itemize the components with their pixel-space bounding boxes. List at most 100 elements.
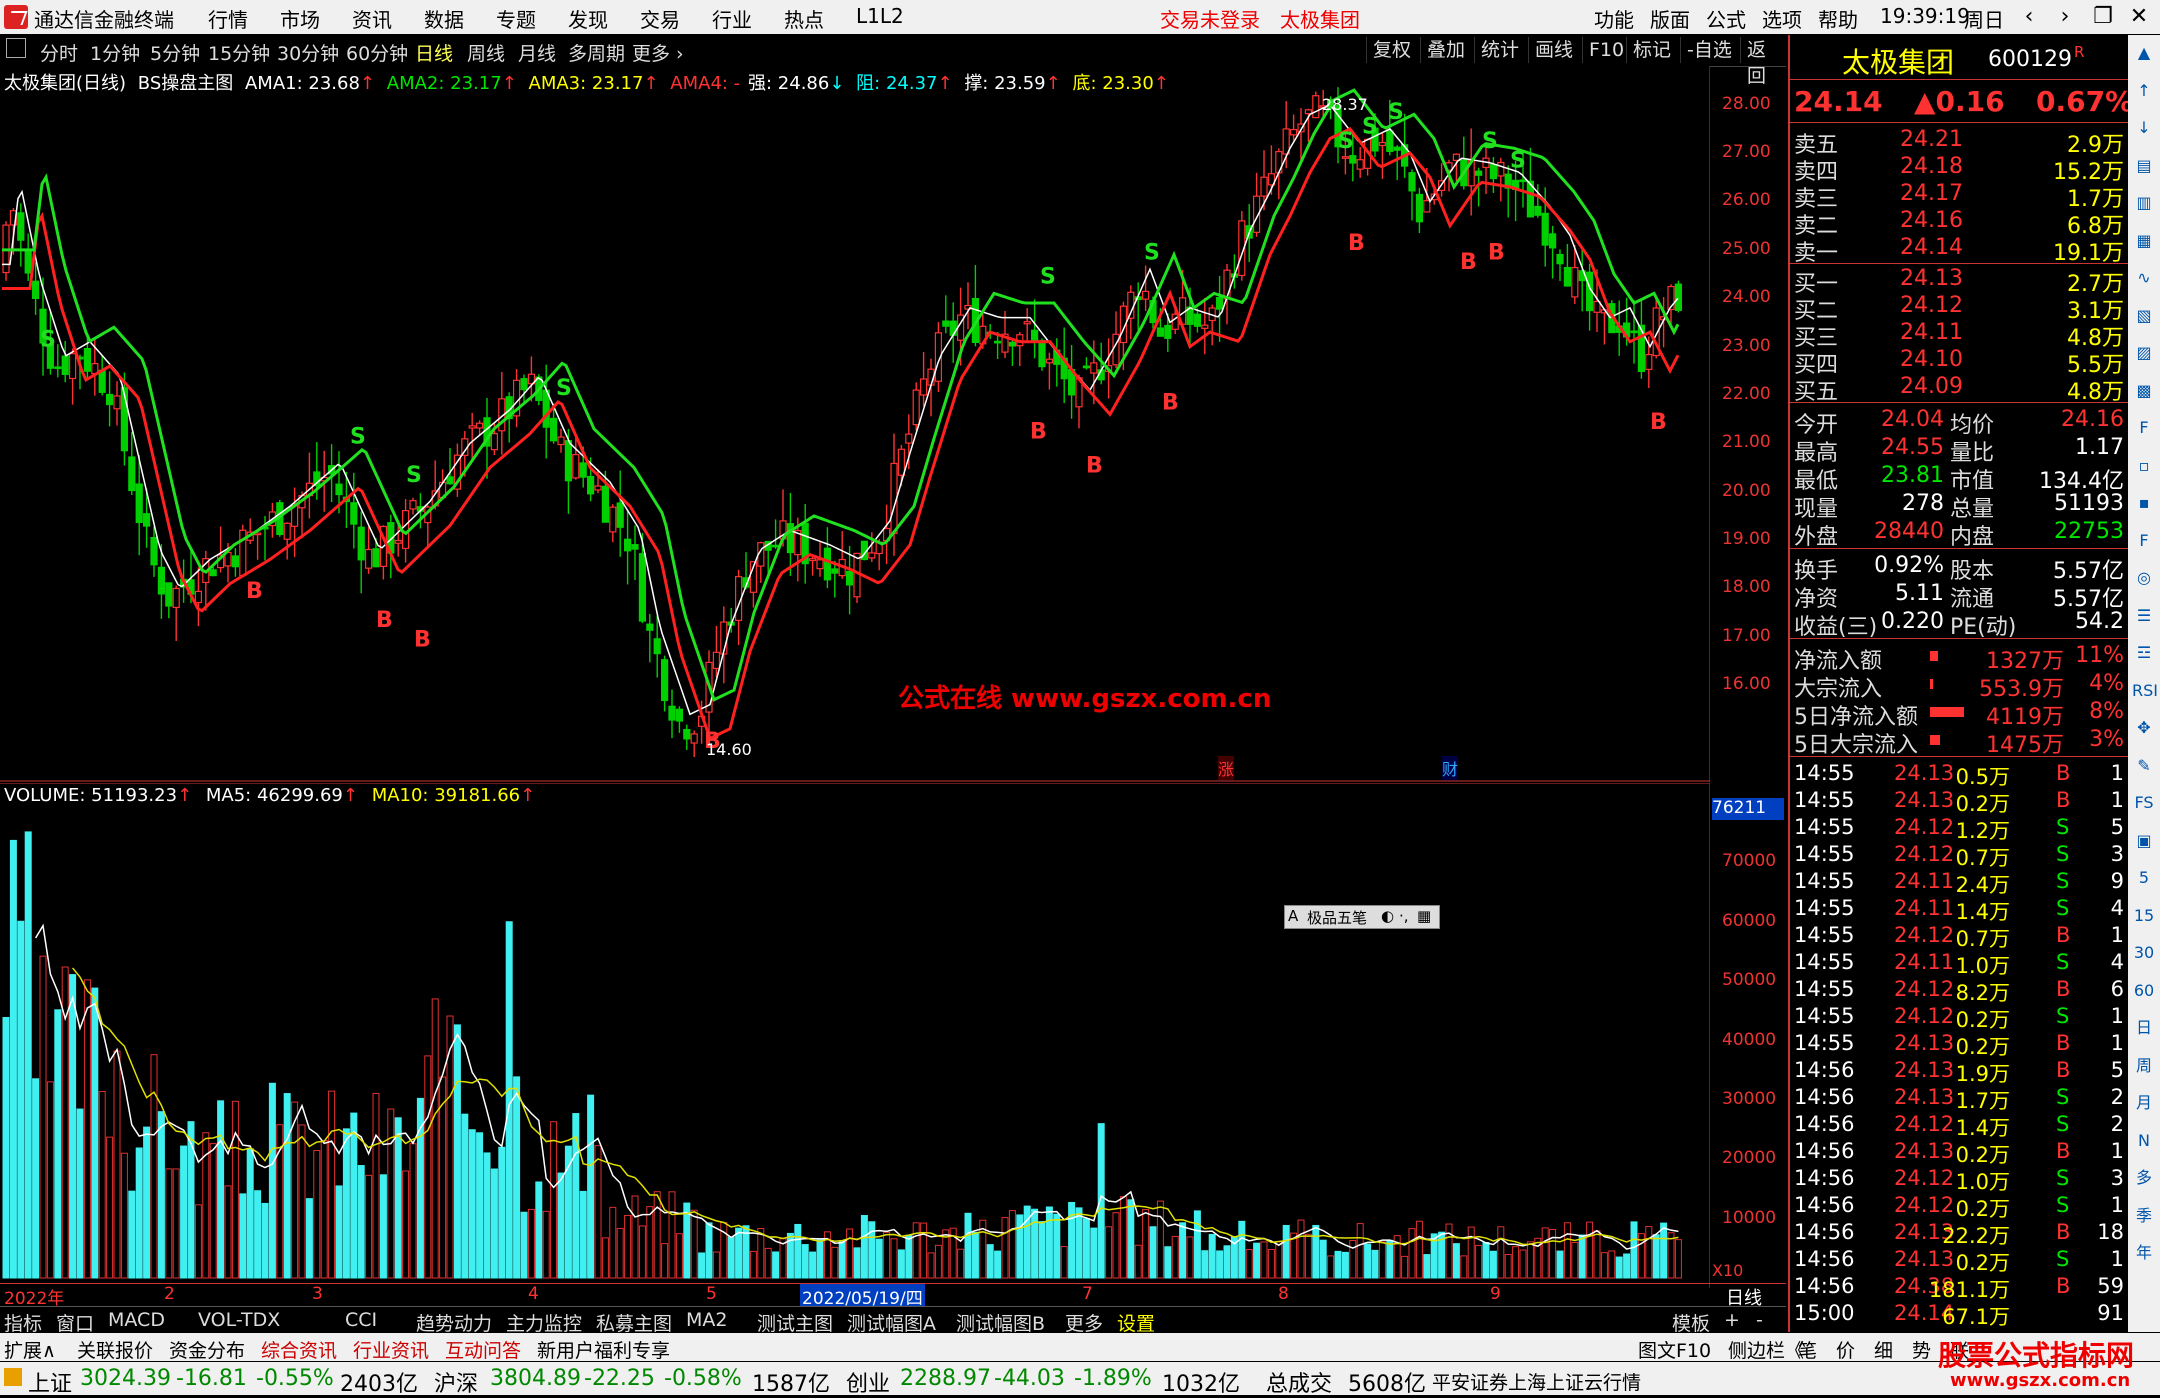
indicator-name[interactable]: BS操盘主图 [138, 73, 233, 94]
menu-gongshi[interactable]: 公式 [1706, 4, 1746, 33]
ime-name[interactable]: 极品五笔 [1307, 907, 1367, 928]
menu-hangqing[interactable]: 行情 [208, 4, 248, 33]
ask-row-3[interactable]: 卖三 24.17 1.7万 [1790, 181, 2128, 212]
side-icon-26[interactable]: 日 [2132, 1016, 2156, 1040]
side-icon-28[interactable]: 月 [2132, 1091, 2156, 1115]
info-tab[interactable]: 资金分布 [169, 1336, 245, 1363]
side-icon-20[interactable]: FS [2132, 791, 2156, 815]
indicator-tab[interactable]: VOL-TDX [198, 1309, 280, 1331]
ask-row-2[interactable]: 卖二 24.16 6.8万 [1790, 208, 2128, 239]
info-tab[interactable]: 行业资讯 [353, 1336, 429, 1363]
side-icon-25[interactable]: 60 [2132, 979, 2156, 1003]
side-icon-29[interactable]: N [2132, 1129, 2156, 1153]
side-icon-17[interactable]: RSI [2132, 679, 2158, 703]
period-more[interactable]: 更多 › [632, 39, 684, 66]
indicator-tab[interactable]: 测试幅图B [956, 1309, 1045, 1336]
side-icon-14[interactable]: ◎ [2132, 566, 2156, 590]
side-icon-30[interactable]: 多 [2132, 1166, 2156, 1190]
indicator-tab[interactable]: 测试主图 [757, 1309, 833, 1336]
ime-dot-icon[interactable]: ·, [1399, 907, 1409, 925]
toggle-panel-icon[interactable] [6, 38, 26, 58]
info-tab[interactable]: 新用户福利专享 [537, 1336, 670, 1363]
biaoji-button[interactable]: 标记 [1626, 37, 1677, 63]
side-icon-24[interactable]: 30 [2132, 941, 2156, 965]
ask-row-4[interactable]: 卖四 24.18 15.2万 [1790, 154, 2128, 185]
side-icon-19[interactable]: ✎ [2132, 754, 2156, 778]
side-icon-15[interactable]: ☰ [2132, 604, 2156, 628]
indicator-tab[interactable]: 设置 [1117, 1309, 1155, 1336]
side-tab[interactable]: 侧边栏《 [1728, 1336, 1804, 1363]
menu-bangzhu[interactable]: 帮助 [1818, 4, 1858, 33]
cy-label[interactable]: 创业 [846, 1366, 890, 1398]
side-icon-7[interactable]: ▧ [2132, 304, 2156, 328]
f10-button[interactable]: F10 [1582, 37, 1630, 63]
indicator-tab[interactable]: 更多 [1065, 1309, 1103, 1336]
menu-gongneng[interactable]: 功能 [1594, 4, 1634, 33]
fanhui-button[interactable]: 返回 [1740, 37, 1786, 87]
restore-icon[interactable]: ❐ [2086, 2, 2120, 32]
side-icon-21[interactable]: ▣ [2132, 829, 2156, 853]
period-fenshi[interactable]: 分时 [40, 39, 78, 66]
period-multi[interactable]: 多周期 [568, 39, 625, 66]
side-icon-2[interactable]: ↓ [2132, 116, 2156, 140]
close-icon[interactable]: ✕ [2122, 2, 2156, 32]
side-tab[interactable]: 势 [1912, 1336, 1931, 1363]
menu-zhuanti[interactable]: 专题 [496, 4, 536, 33]
ask-row-1[interactable]: 卖一 24.14 19.1万 [1790, 235, 2128, 266]
menu-faxian[interactable]: 发现 [568, 4, 608, 33]
side-icon-32[interactable]: 年 [2132, 1241, 2156, 1265]
side-icon-0[interactable]: ▲ [2132, 41, 2156, 65]
bid-row-3[interactable]: 买三 24.11 4.8万 [1790, 320, 2128, 351]
side-icon-12[interactable]: ▪ [2132, 491, 2156, 515]
menu-zixun[interactable]: 资讯 [352, 4, 392, 33]
menu-xuanxiang[interactable]: 选项 [1762, 4, 1802, 33]
menu-jiaoyi[interactable]: 交易 [640, 4, 680, 33]
info-tab[interactable]: 扩展∧ [4, 1336, 56, 1363]
back-arrow-icon[interactable]: ‹ [2012, 2, 2046, 32]
menu-banmian[interactable]: 版面 [1650, 4, 1690, 33]
period-15min[interactable]: 15分钟 [208, 39, 270, 66]
ime-toolbar[interactable]: A 极品五笔 ◐ ·, ▦ [1284, 905, 1440, 929]
hs-label[interactable]: 沪深 [434, 1366, 478, 1398]
side-icon-9[interactable]: ▩ [2132, 379, 2156, 403]
login-status[interactable]: 交易未登录 [1160, 4, 1260, 33]
side-icon-5[interactable]: ▦ [2132, 229, 2156, 253]
menu-shichang[interactable]: 市场 [280, 4, 320, 33]
side-icon-3[interactable]: ▤ [2132, 154, 2156, 178]
period-30min[interactable]: 30分钟 [277, 39, 339, 66]
period-daily[interactable]: 日线 [415, 39, 453, 66]
zixuan-button[interactable]: -自选 [1680, 37, 1738, 63]
diejia-button[interactable]: 叠加 [1420, 37, 1471, 63]
huaxian-button[interactable]: 画线 [1528, 37, 1579, 63]
tongji-button[interactable]: 统计 [1474, 37, 1525, 63]
info-tab[interactable]: 互动问答 [445, 1336, 521, 1363]
indicator-tab[interactable]: 趋势动力 [416, 1309, 492, 1336]
period-weekly[interactable]: 周线 [467, 39, 505, 66]
period-60min[interactable]: 60分钟 [346, 39, 408, 66]
indicator-tab[interactable]: MACD [108, 1309, 165, 1331]
side-icon-10[interactable]: F [2132, 416, 2156, 440]
side-tab[interactable]: 图文F10 [1638, 1336, 1711, 1363]
bid-row-2[interactable]: 买二 24.12 3.1万 [1790, 293, 2128, 324]
tabs-right-button[interactable]: + [1724, 1309, 1740, 1331]
menu-redian[interactable]: 热点 [784, 4, 824, 33]
bid-row-5[interactable]: 买五 24.09 4.8万 [1790, 374, 2128, 405]
info-tab[interactable]: 综合资讯 [261, 1336, 337, 1363]
side-tab[interactable]: 笔 [1798, 1336, 1817, 1363]
period-1min[interactable]: 1分钟 [90, 39, 140, 66]
period-monthly[interactable]: 月线 [518, 39, 556, 66]
ime-a-icon[interactable]: A [1288, 907, 1298, 925]
menu-l1l2[interactable]: L1L2 [856, 4, 904, 28]
side-icon-18[interactable]: ✥ [2132, 716, 2156, 740]
status-menu-icon[interactable] [4, 1368, 22, 1386]
menu-shuju[interactable]: 数据 [424, 4, 464, 33]
forward-arrow-icon[interactable]: › [2048, 2, 2082, 32]
indicator-tab[interactable]: 指标 [4, 1309, 42, 1336]
side-icon-27[interactable]: 周 [2132, 1054, 2156, 1078]
side-icon-23[interactable]: 15 [2132, 904, 2156, 928]
side-tab[interactable]: 价 [1836, 1336, 1855, 1363]
side-icon-1[interactable]: ↑ [2132, 79, 2156, 103]
side-icon-6[interactable]: ∿ [2132, 266, 2156, 290]
indicator-tab[interactable]: CCI [345, 1309, 377, 1331]
fuquan-button[interactable]: 复权 [1366, 37, 1417, 63]
